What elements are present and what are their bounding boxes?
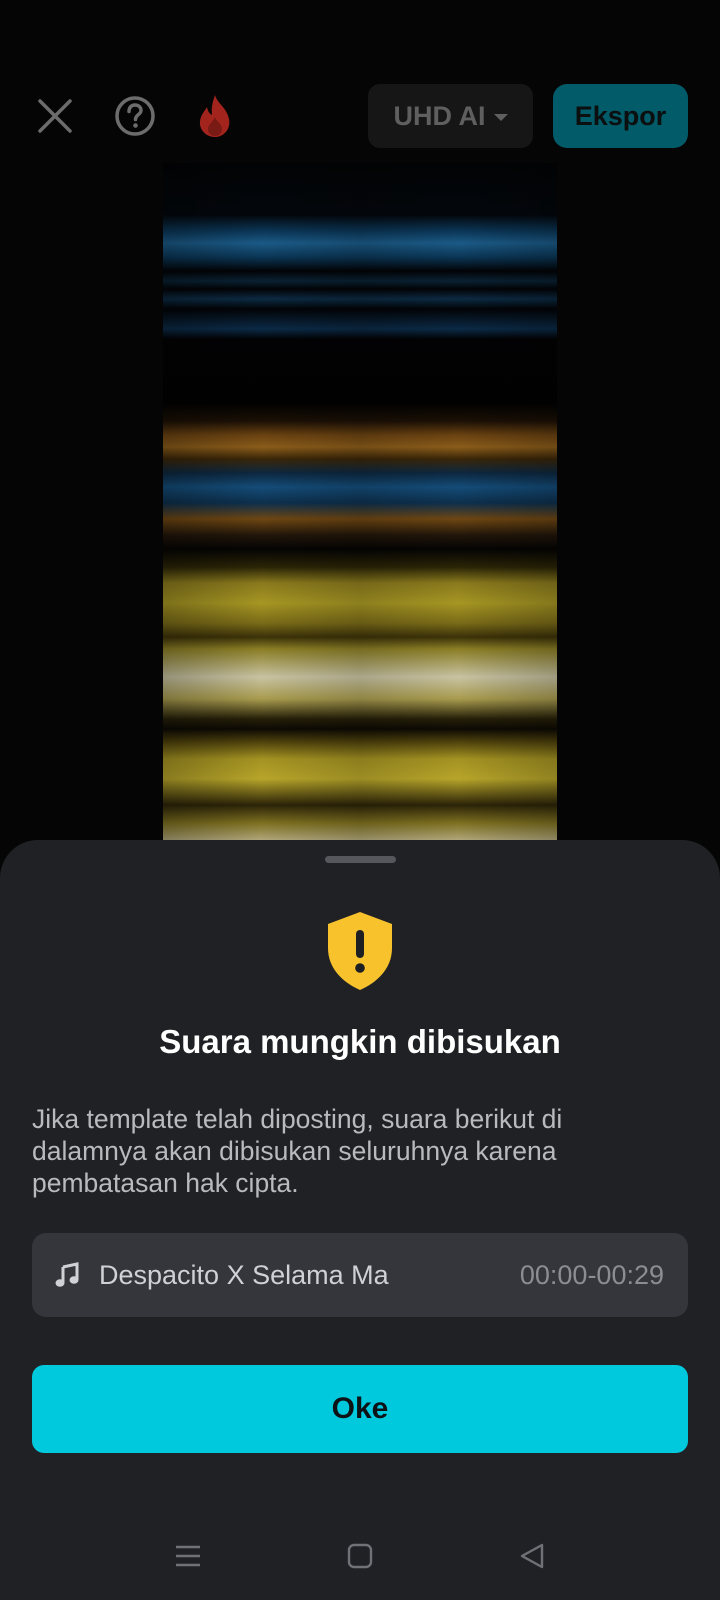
muted-track-item: Despacito X Selama Mata… 00:00-00:29 <box>32 1233 688 1317</box>
dialog-title: Suara mungkin dibisukan <box>159 1023 561 1060</box>
track-time-range: 00:00-00:29 <box>519 1260 664 1290</box>
export-label: Ekspor <box>574 100 667 131</box>
track-title: Despacito X Selama Mata… <box>99 1260 389 1290</box>
video-preview[interactable] <box>163 163 557 843</box>
shield-warning-icon <box>328 912 392 990</box>
system-nav-bar <box>0 1520 720 1590</box>
caret-down-icon <box>493 113 508 121</box>
help-circle-icon[interactable] <box>103 84 167 148</box>
dialog-message: Jika template telah diposting, suara ber… <box>32 1104 563 1198</box>
quality-dropdown[interactable]: UHD AI <box>368 84 533 148</box>
home-square-icon[interactable] <box>336 1532 384 1580</box>
fire-icon[interactable] <box>183 84 247 148</box>
close-icon[interactable] <box>23 84 87 148</box>
drag-handle[interactable] <box>325 856 396 863</box>
back-triangle-icon[interactable] <box>508 1532 556 1580</box>
menu-icon[interactable] <box>164 1532 212 1580</box>
copyright-mute-sheet: Suara mungkin dibisukan Jika template te… <box>0 840 720 1600</box>
music-note-icon <box>55 1262 79 1287</box>
top-toolbar: UHD AI Ekspor <box>0 84 720 148</box>
ok-label: Oke <box>331 1392 389 1425</box>
editor-screen: UHD AI Ekspor Suara mungkin dibisukan Ji… <box>0 0 720 1600</box>
ok-button[interactable]: Oke <box>32 1365 688 1453</box>
export-button[interactable]: Ekspor <box>553 84 688 148</box>
quality-label: UHD AI <box>393 100 486 131</box>
